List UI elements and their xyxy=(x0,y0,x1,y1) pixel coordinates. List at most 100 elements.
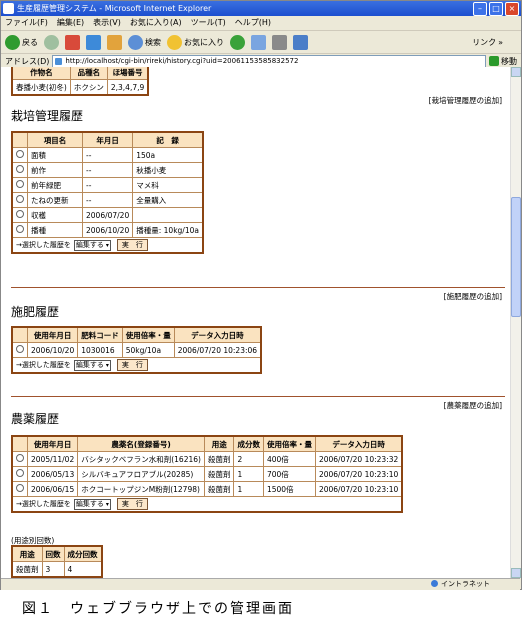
purpose-cell: 殺菌剤 xyxy=(203,481,235,497)
menu-help[interactable]: ヘルプ(H) xyxy=(235,16,271,30)
cultivation-table: 項目名 年月日 記 録 面積 -- 150a 前作 -- 秋播小麦 前年緑肥 -… xyxy=(11,131,204,254)
menu-tools[interactable]: ツール(T) xyxy=(191,16,226,30)
item-cell: 前年緑肥 xyxy=(27,177,83,193)
row-radio[interactable] xyxy=(11,222,28,238)
pesticide-action-select[interactable]: 編集する xyxy=(73,498,111,510)
fertilizer-run-button[interactable]: 実 行 xyxy=(116,359,148,371)
header-variety: 品種名 xyxy=(69,67,108,80)
header-purpose: 用途 xyxy=(203,435,235,452)
cultivation-run-button[interactable]: 実 行 xyxy=(116,239,148,251)
header-input-datetime: データ入力日時 xyxy=(314,435,403,452)
refresh-button[interactable] xyxy=(86,34,101,50)
vertical-scrollbar[interactable] xyxy=(510,67,521,578)
history-button[interactable] xyxy=(230,34,245,50)
print-button[interactable] xyxy=(272,34,287,50)
ingredient-count-cell: 1 xyxy=(233,466,264,482)
date-cell: -- xyxy=(81,192,134,208)
zone-indicator: イントラネット xyxy=(431,579,490,590)
cultivation-action-select[interactable]: 編集する xyxy=(73,239,111,251)
record-cell: 150a xyxy=(132,147,204,163)
figure-caption: 図１ ウェブブラウザ上での管理画面 xyxy=(22,601,294,617)
divider xyxy=(11,396,505,397)
stop-button[interactable] xyxy=(65,34,80,50)
scroll-up-button[interactable] xyxy=(511,67,521,77)
search-button[interactable]: 検索 xyxy=(128,34,161,50)
date-cell: 2006/10/20 xyxy=(81,222,134,238)
home-button[interactable] xyxy=(107,34,122,50)
row-radio[interactable] xyxy=(11,207,28,223)
input-datetime-cell: 2006/07/20 10:23:06 xyxy=(173,342,262,358)
item-cell: 面積 xyxy=(27,147,83,163)
use-date-cell: 2006/05/13 xyxy=(26,466,79,482)
fertilizer-action-select[interactable]: 編集する xyxy=(73,359,111,371)
divider xyxy=(11,287,505,288)
item-cell: 前作 xyxy=(27,162,83,178)
header-date: 年月日 xyxy=(81,131,134,148)
menu-favorites[interactable]: お気に入り(A) xyxy=(130,16,182,30)
close-button[interactable]: × xyxy=(505,2,519,16)
links-button[interactable]: リンク » xyxy=(472,37,503,48)
add-pesticide-link[interactable]: [農薬履歴の追加] xyxy=(444,400,502,411)
row-radio[interactable] xyxy=(11,147,28,163)
header-ingredient-count: 成分数 xyxy=(233,435,264,452)
item-cell: 収穫 xyxy=(27,207,83,223)
row-radio[interactable] xyxy=(11,192,28,208)
cultivation-title: 栽培管理履歴 xyxy=(11,109,84,123)
favorites-button[interactable]: お気に入り xyxy=(167,34,224,50)
back-button[interactable]: 戻る xyxy=(5,34,38,50)
header-count: 回数 xyxy=(41,545,65,562)
scroll-thumb[interactable] xyxy=(511,197,521,317)
ingredient-count-cell: 4 xyxy=(63,561,102,578)
edit-button[interactable] xyxy=(293,34,308,50)
fertilizer-action-row: →選択した履歴を 編集する 実 行 xyxy=(11,357,262,374)
table-row: 前作 -- 秋播小麦 xyxy=(11,162,204,178)
purpose-cell: 殺菌剤 xyxy=(203,466,235,482)
ie-app-icon xyxy=(3,3,14,14)
title-bar: 生産履歴管理システム - Microsoft Internet Explorer… xyxy=(1,1,521,16)
scroll-down-button[interactable] xyxy=(511,568,521,578)
go-button[interactable]: 移動 xyxy=(489,56,517,67)
table-row: 収穫 2006/07/20 xyxy=(11,207,204,223)
action-prefix: →選択した履歴を xyxy=(16,500,71,508)
count-cell: 3 xyxy=(41,561,65,578)
address-input[interactable]: http://localhost/cgi-bin/rireki/history.… xyxy=(52,54,486,68)
rate-cell: 400倍 xyxy=(262,451,316,467)
header-crop: 作物名 xyxy=(11,67,71,80)
header-pesticide-name: 農薬名(登録番号) xyxy=(77,435,205,452)
mail-button[interactable] xyxy=(251,34,266,50)
add-fertilizer-link[interactable]: [施肥履歴の追加] xyxy=(444,291,502,302)
maximize-button[interactable]: □ xyxy=(489,2,503,16)
use-date-cell: 2006/10/20 xyxy=(26,342,79,358)
date-cell: -- xyxy=(81,162,134,178)
row-radio[interactable] xyxy=(11,342,28,358)
fertilizer-table: 使用年月日 肥料コード 使用倍率・量 データ入力日時 2006/10/20 10… xyxy=(11,326,263,374)
minimize-button[interactable]: – xyxy=(473,2,487,16)
menu-file[interactable]: ファイル(F) xyxy=(5,16,48,30)
rate-cell: 700倍 xyxy=(262,466,316,482)
menu-edit[interactable]: 編集(E) xyxy=(57,16,84,30)
header-use-date: 使用年月日 xyxy=(26,435,79,452)
go-arrow-icon xyxy=(489,56,499,66)
record-cell: 播種量: 10kg/10a xyxy=(132,222,204,238)
input-datetime-cell: 2006/07/20 10:23:10 xyxy=(314,481,403,497)
row-radio[interactable] xyxy=(11,466,28,482)
status-bar: イントラネット xyxy=(1,578,520,590)
select-col-header xyxy=(11,435,28,452)
header-use-date: 使用年月日 xyxy=(26,326,79,343)
row-radio[interactable] xyxy=(11,177,28,193)
row-radio[interactable] xyxy=(11,162,28,178)
action-prefix: →選択した履歴を xyxy=(16,241,71,249)
pesticide-run-button[interactable]: 実 行 xyxy=(116,498,148,510)
field-no-cell: 2,3,4,7,9 xyxy=(106,79,149,96)
row-radio[interactable] xyxy=(11,451,28,467)
crop-cell: 春播小麦(初冬) xyxy=(11,79,71,96)
row-radio[interactable] xyxy=(11,481,28,497)
usage-count-table: 用途 回数 成分回数 殺菌剤 3 4 xyxy=(11,545,103,578)
purpose-cell: 殺菌剤 xyxy=(11,561,43,578)
add-cultivation-link[interactable]: [栽培管理履歴の追加] xyxy=(429,95,502,106)
forward-button[interactable] xyxy=(44,34,59,50)
menu-view[interactable]: 表示(V) xyxy=(93,16,121,30)
history-icon xyxy=(230,34,245,50)
home-icon xyxy=(107,34,122,50)
pesticide-title: 農薬履歴 xyxy=(11,412,60,426)
